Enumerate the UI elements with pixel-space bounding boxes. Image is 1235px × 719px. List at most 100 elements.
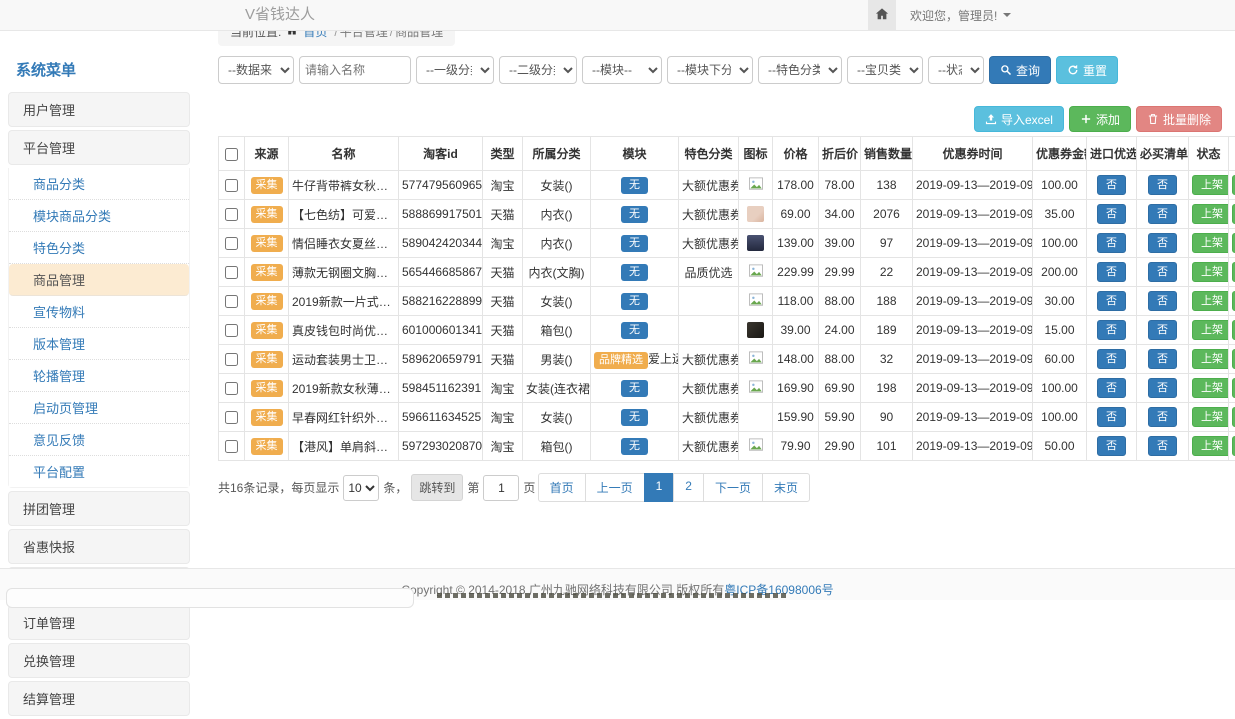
sidebar-section-订单管理[interactable]: 订单管理 <box>8 605 190 640</box>
jump-page-input[interactable] <box>483 475 519 501</box>
mustbuy-toggle-button[interactable]: 否 <box>1148 233 1177 253</box>
filter-select-6[interactable]: --宝贝类型-- <box>847 56 923 84</box>
filter-select-7[interactable]: --状态-- <box>928 56 984 84</box>
status-button[interactable]: 上架 <box>1192 407 1229 427</box>
sidebar-item-特色分类[interactable]: 特色分类 <box>9 232 189 264</box>
pager-button-上一页[interactable]: 上一页 <box>585 473 645 502</box>
import-toggle-button[interactable]: 否 <box>1097 407 1126 427</box>
mustbuy-toggle-button[interactable]: 否 <box>1148 262 1177 282</box>
sidebar-item-平台配置[interactable]: 平台配置 <box>9 456 189 487</box>
filter-select-5[interactable]: --特色分类-- <box>758 56 842 84</box>
status-button[interactable]: 上架 <box>1192 378 1229 398</box>
data-source-select[interactable]: --数据来源-- <box>218 56 294 84</box>
pager-button-首页[interactable]: 首页 <box>538 473 586 502</box>
source-cell: 采集 <box>245 374 289 403</box>
row-checkbox[interactable] <box>225 353 238 366</box>
jump-button[interactable]: 跳转到 <box>411 474 463 501</box>
import-toggle-button[interactable]: 否 <box>1097 291 1126 311</box>
import-toggle-button[interactable]: 否 <box>1097 349 1126 369</box>
operations-cell <box>1229 229 1235 258</box>
module-badge[interactable]: 无 <box>621 380 648 397</box>
price: 39.00 <box>773 316 819 345</box>
row-checkbox[interactable] <box>225 208 238 221</box>
sidebar-item-意见反馈[interactable]: 意见反馈 <box>9 424 189 456</box>
mustbuy-toggle-button[interactable]: 否 <box>1148 320 1177 340</box>
status-button[interactable]: 上架 <box>1192 349 1229 369</box>
pager-button-1[interactable]: 1 <box>644 473 675 502</box>
mustbuy-toggle-button[interactable]: 否 <box>1148 349 1177 369</box>
import-excel-button[interactable]: 导入excel <box>974 106 1064 132</box>
pager-button-末页[interactable]: 末页 <box>762 473 810 502</box>
filter-select-2[interactable]: --二级分类-- <box>499 56 577 84</box>
module-badge[interactable]: 无 <box>621 322 648 339</box>
per-page-select[interactable]: 10 <box>343 475 379 501</box>
row-checkbox[interactable] <box>225 266 238 279</box>
sidebar-section-结算管理[interactable]: 结算管理 <box>8 681 190 716</box>
status-button[interactable]: 上架 <box>1192 233 1229 253</box>
broken-image-icon <box>748 293 764 307</box>
row-checkbox[interactable] <box>225 237 238 250</box>
name-search-input[interactable] <box>299 56 411 84</box>
sidebar-section-拼团管理[interactable]: 拼团管理 <box>8 491 190 526</box>
mustbuy-toggle-button[interactable]: 否 <box>1148 175 1177 195</box>
filter-select-3[interactable]: --模块-- <box>582 56 662 84</box>
sidebar-item-商品分类[interactable]: 商品分类 <box>9 168 189 200</box>
add-button[interactable]: 添加 <box>1069 106 1131 132</box>
upload-icon <box>985 113 997 125</box>
import-toggle-button[interactable]: 否 <box>1097 204 1126 224</box>
import-toggle-button[interactable]: 否 <box>1097 262 1126 282</box>
row-checkbox[interactable] <box>225 382 238 395</box>
status-button[interactable]: 上架 <box>1192 436 1229 456</box>
search-button[interactable]: 查询 <box>989 56 1051 84</box>
row-checkbox[interactable] <box>225 440 238 453</box>
select-all-checkbox[interactable] <box>225 148 238 161</box>
sidebar-item-版本管理[interactable]: 版本管理 <box>9 328 189 360</box>
sales-count: 97 <box>861 229 913 258</box>
mustbuy-toggle-button[interactable]: 否 <box>1148 407 1177 427</box>
pager-button-2[interactable]: 2 <box>673 473 704 502</box>
sidebar-section-平台管理[interactable]: 平台管理 <box>8 130 190 165</box>
module-badge[interactable]: 无 <box>621 409 648 426</box>
mustbuy-toggle-button[interactable]: 否 <box>1148 291 1177 311</box>
module-badge[interactable]: 无 <box>621 206 648 223</box>
module-badge[interactable]: 无 <box>621 438 648 455</box>
home-button[interactable] <box>868 0 896 30</box>
sidebar-item-模块商品分类[interactable]: 模块商品分类 <box>9 200 189 232</box>
module-badge[interactable]: 无 <box>621 235 648 252</box>
module-badge[interactable]: 无 <box>621 177 648 194</box>
module-badge[interactable]: 品牌精选 <box>594 352 648 369</box>
row-checkbox[interactable] <box>225 179 238 192</box>
pager-button-下一页[interactable]: 下一页 <box>703 473 763 502</box>
import-toggle-button[interactable]: 否 <box>1097 378 1126 398</box>
sidebar-item-轮播管理[interactable]: 轮播管理 <box>9 360 189 392</box>
sidebar-section-用户管理[interactable]: 用户管理 <box>8 92 190 127</box>
batch-delete-button[interactable]: 批量删除 <box>1136 106 1222 132</box>
row-checkbox[interactable] <box>225 324 238 337</box>
status-button[interactable]: 上架 <box>1192 320 1229 340</box>
mustbuy-toggle-button[interactable]: 否 <box>1148 436 1177 456</box>
sidebar-item-商品管理[interactable]: 商品管理 <box>9 264 189 296</box>
status-button[interactable]: 上架 <box>1192 291 1229 311</box>
status-button[interactable]: 上架 <box>1192 262 1229 282</box>
feature-category: 大额优惠券 <box>679 229 739 258</box>
mustbuy-toggle-button[interactable]: 否 <box>1148 378 1177 398</box>
user-menu[interactable]: 欢迎您，管理员! <box>896 0 1025 30</box>
sidebar-section-省惠快报[interactable]: 省惠快报 <box>8 529 190 564</box>
row-checkbox[interactable] <box>225 295 238 308</box>
sidebar-item-启动页管理[interactable]: 启动页管理 <box>9 392 189 424</box>
module-badge[interactable]: 无 <box>621 293 648 310</box>
reset-button[interactable]: 重置 <box>1056 56 1118 84</box>
import-toggle-button[interactable]: 否 <box>1097 175 1126 195</box>
sidebar-item-宣传物料[interactable]: 宣传物料 <box>9 296 189 328</box>
sidebar-section-兑换管理[interactable]: 兑换管理 <box>8 643 190 678</box>
row-checkbox[interactable] <box>225 411 238 424</box>
filter-select-1[interactable]: --一级分类-- <box>416 56 494 84</box>
import-toggle-button[interactable]: 否 <box>1097 233 1126 253</box>
module-badge[interactable]: 无 <box>621 264 648 281</box>
status-button[interactable]: 上架 <box>1192 175 1229 195</box>
mustbuy-toggle-button[interactable]: 否 <box>1148 204 1177 224</box>
filter-select-4[interactable]: --模块下分类-- <box>667 56 753 84</box>
import-toggle-button[interactable]: 否 <box>1097 320 1126 340</box>
status-button[interactable]: 上架 <box>1192 204 1229 224</box>
import-toggle-button[interactable]: 否 <box>1097 436 1126 456</box>
